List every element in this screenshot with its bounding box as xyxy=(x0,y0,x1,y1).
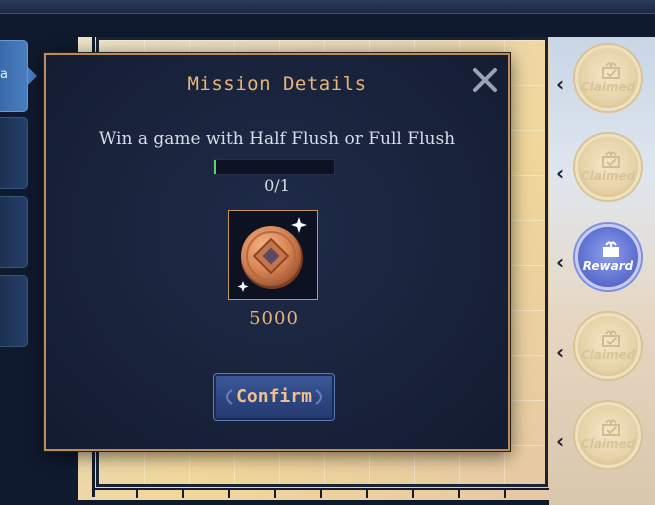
copper-coin-icon xyxy=(237,217,307,292)
chevron-left-icon: ‹ xyxy=(556,72,565,96)
milestone-label: Claimed xyxy=(580,348,636,362)
milestone-label: Claimed xyxy=(580,169,636,183)
reward-amount: 5000 xyxy=(249,308,299,329)
artwork-bottom-rail xyxy=(92,488,562,498)
gift-icon xyxy=(603,241,619,257)
progress-marker xyxy=(214,160,216,174)
confirm-button[interactable]: Confirm xyxy=(213,373,335,421)
close-icon xyxy=(473,68,497,92)
milestone-badge-3[interactable]: Reward xyxy=(575,224,641,290)
side-tab-1[interactable]: a xyxy=(0,40,28,112)
top-bar xyxy=(0,0,655,14)
progress-bar xyxy=(213,159,335,175)
milestone-label: Claimed xyxy=(580,437,636,451)
side-tab-2[interactable] xyxy=(0,117,28,189)
side-tab-4[interactable] xyxy=(0,275,28,347)
active-tab-arrow xyxy=(28,67,37,85)
chevron-left-icon: ‹ xyxy=(556,250,565,274)
reward-item[interactable] xyxy=(228,210,318,300)
progress-text: 0/1 xyxy=(264,176,290,195)
mission-description: Win a game with Half Flush or Full Flush xyxy=(98,129,456,149)
gift-icon xyxy=(602,330,620,347)
gift-icon xyxy=(602,151,620,168)
chevron-left-icon: ‹ xyxy=(556,429,565,453)
gift-icon xyxy=(602,419,620,436)
milestone-badge-2[interactable]: Claimed xyxy=(575,134,641,200)
milestone-badge-1[interactable]: Claimed xyxy=(575,45,641,111)
chevron-left-icon: ‹ xyxy=(556,340,565,364)
ornament-icon xyxy=(315,389,322,405)
close-button[interactable] xyxy=(470,65,500,95)
dialog-title: Mission Details xyxy=(187,73,367,95)
milestone-badge-5[interactable]: Claimed xyxy=(575,402,641,468)
milestone-badge-4[interactable]: Claimed xyxy=(575,313,641,379)
side-tab-label: a xyxy=(0,67,8,82)
mission-details-dialog: Mission Details Win a game with Half Flu… xyxy=(44,53,510,451)
gift-icon xyxy=(602,62,620,79)
chevron-left-icon: ‹ xyxy=(556,161,565,185)
side-tab-3[interactable] xyxy=(0,196,28,268)
milestone-label: Reward xyxy=(582,259,634,273)
milestone-label: Claimed xyxy=(580,80,636,94)
